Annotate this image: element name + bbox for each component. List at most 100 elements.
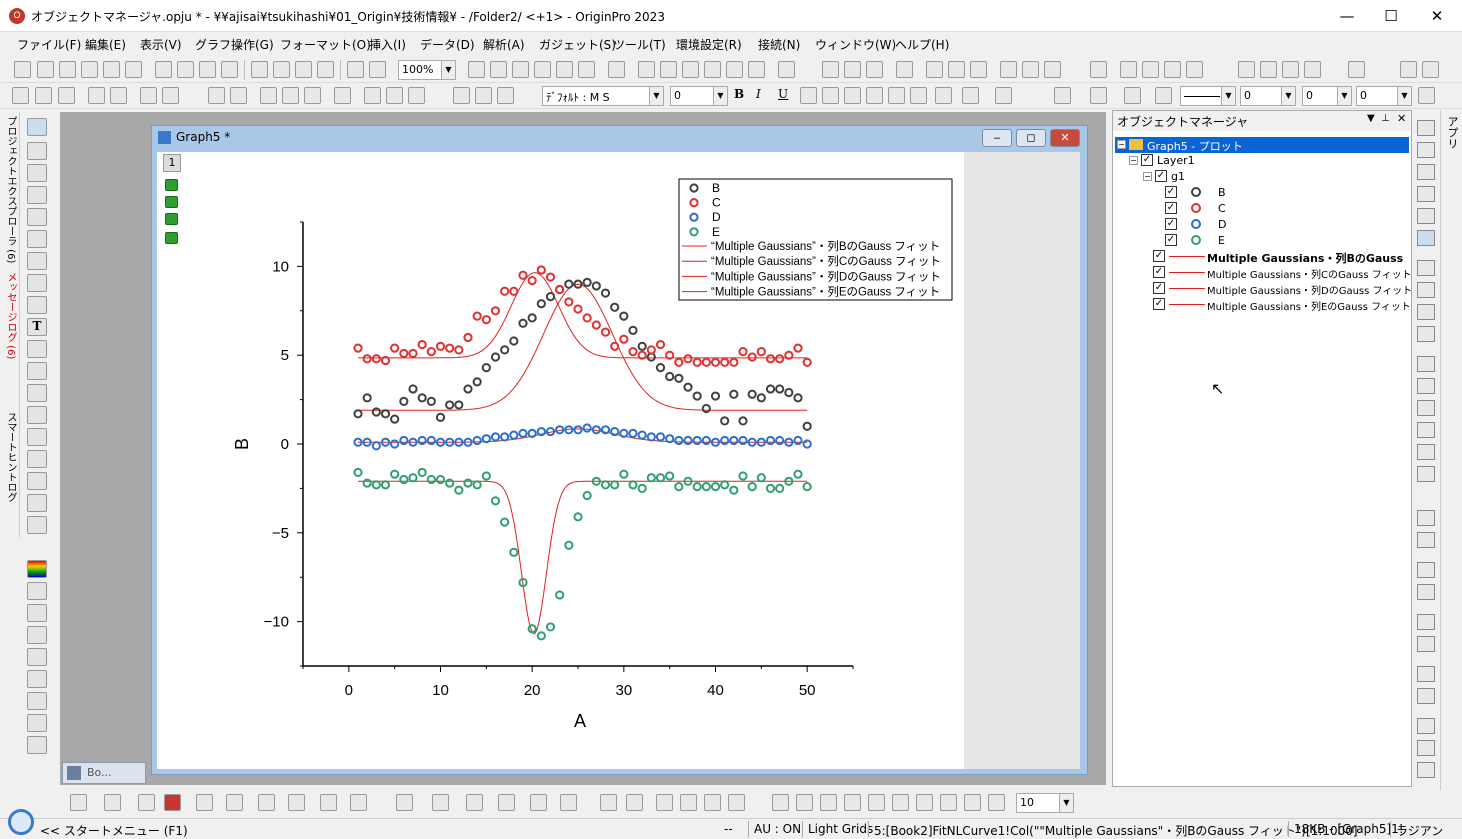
add-inset-icon[interactable] <box>1417 444 1435 460</box>
fit-checkbox[interactable]: ✓ <box>1153 298 1165 310</box>
panel-close-icon[interactable]: ✕ <box>1397 112 1406 125</box>
add-frame-icon[interactable] <box>1417 422 1435 438</box>
fit-checkbox[interactable]: ✓ <box>1153 266 1165 278</box>
collapse-icon[interactable]: − <box>1129 156 1138 165</box>
3d-bar-icon[interactable] <box>432 794 449 811</box>
column-plot-icon[interactable] <box>164 794 181 811</box>
align-center-h-icon[interactable] <box>1417 636 1435 652</box>
status-angle-unit[interactable]: ラジアン <box>1396 822 1443 839</box>
align-top-icon[interactable] <box>1417 562 1435 578</box>
status-au[interactable]: AU : ON <box>754 822 801 836</box>
template-b-icon[interactable] <box>626 794 643 811</box>
same-width-icon[interactable] <box>1417 666 1435 682</box>
series-checkbox[interactable]: ✓ <box>1165 186 1177 198</box>
tree-series-e[interactable]: E <box>1218 234 1225 247</box>
line-symbol-plot-icon[interactable] <box>138 794 155 811</box>
collapse-icon[interactable]: − <box>1143 172 1152 181</box>
template-d-icon[interactable] <box>680 794 697 811</box>
tree-group-label[interactable]: g1 <box>1171 170 1185 183</box>
stat-plot-icon[interactable] <box>196 794 213 811</box>
object-align-h-icon[interactable] <box>940 794 957 811</box>
align-bottom-icon[interactable] <box>1417 584 1435 600</box>
distribute-h-icon[interactable] <box>1417 718 1435 734</box>
rescale-icon[interactable] <box>1417 120 1435 136</box>
group-checkbox[interactable]: ✓ <box>1155 170 1167 182</box>
contour-plot-icon[interactable] <box>320 794 337 811</box>
tree-fit-c[interactable]: Multiple Gaussians・列CのGauss フィット <box>1207 266 1412 281</box>
data-point-B <box>720 416 730 426</box>
polar-plot-icon[interactable] <box>288 794 305 811</box>
template-a-icon[interactable] <box>600 794 617 811</box>
add-right-y-icon[interactable] <box>1417 400 1435 416</box>
data-point-B <box>610 302 620 312</box>
same-height-icon[interactable] <box>1417 688 1435 704</box>
align-center-v-icon[interactable] <box>1417 614 1435 630</box>
tree-fit-b[interactable]: Multiple Gaussians・列BのGauss フィット <box>1207 250 1407 266</box>
distribute-icon[interactable] <box>1417 762 1435 778</box>
template-f-icon[interactable] <box>728 794 745 811</box>
add-inset-data-icon[interactable] <box>1417 466 1435 482</box>
refresh-icon[interactable] <box>1417 208 1435 224</box>
panel-dropdown-icon[interactable]: ▼ <box>1367 113 1375 124</box>
arrange-layers-icon[interactable] <box>1417 326 1435 342</box>
tree-fit-e[interactable]: Multiple Gaussians・列EのGauss フィット <box>1207 298 1411 313</box>
object-align-e-icon[interactable] <box>868 794 885 811</box>
3d-scatter-icon[interactable] <box>466 794 483 811</box>
start-menu-link[interactable]: << スタートメニュー (F1) <box>40 822 188 839</box>
3d-surface-icon[interactable] <box>396 794 413 811</box>
fit-checkbox[interactable]: ✓ <box>1153 250 1165 262</box>
speed-mode-icon[interactable] <box>1417 230 1435 246</box>
collapse-icon[interactable]: − <box>1117 140 1126 149</box>
tree-series-c[interactable]: C <box>1218 202 1226 215</box>
tree-series-d[interactable]: D <box>1218 218 1226 231</box>
template-c-icon[interactable] <box>656 794 673 811</box>
chevron-down-icon[interactable]: ▼ <box>1059 794 1073 812</box>
add-bottom-x-icon[interactable] <box>1417 356 1435 372</box>
status-grids[interactable]: Light Grids <box>808 822 873 836</box>
object-align-i-icon[interactable] <box>964 794 981 811</box>
data-point-E <box>362 478 372 488</box>
area-plot-icon[interactable] <box>258 794 275 811</box>
3d-plot-icon[interactable] <box>350 794 367 811</box>
tree-layer-label[interactable]: Layer1 <box>1157 154 1195 167</box>
series-checkbox[interactable]: ✓ <box>1165 218 1177 230</box>
matrix-plot-icon[interactable] <box>498 794 515 811</box>
object-align-c-icon[interactable] <box>820 794 837 811</box>
rescale-y-icon[interactable] <box>1417 164 1435 180</box>
legend-label: E <box>712 225 720 239</box>
align-left-icon[interactable] <box>1417 510 1435 526</box>
distribute-v-icon[interactable] <box>1417 740 1435 756</box>
object-align-g-icon[interactable] <box>916 794 933 811</box>
legend-fit-label: “Multiple Gaussians”・列CのGauss フィット <box>711 254 941 268</box>
bottom-size-combo[interactable]: 10 ▼ <box>1016 793 1074 813</box>
heatmap-icon[interactable] <box>530 794 547 811</box>
object-align-a-icon[interactable] <box>772 794 789 811</box>
error-bar-icon[interactable] <box>226 794 243 811</box>
line-plot-icon[interactable] <box>70 794 87 811</box>
tab-apps[interactable]: アプリ <box>1444 116 1460 149</box>
fit-checkbox[interactable]: ✓ <box>1153 282 1165 294</box>
tree-fit-d[interactable]: Multiple Gaussians・列DのGauss フィット <box>1207 282 1412 297</box>
layer-checkbox[interactable]: ✓ <box>1141 154 1153 166</box>
align-right-icon[interactable] <box>1417 532 1435 548</box>
pin-icon[interactable]: ⊥ <box>1381 113 1390 124</box>
add-top-x-icon[interactable] <box>1417 378 1435 394</box>
template-e-icon[interactable] <box>704 794 721 811</box>
object-align-b-icon[interactable] <box>796 794 813 811</box>
rescale-x-icon[interactable] <box>1417 142 1435 158</box>
rescale-z-icon[interactable] <box>1417 186 1435 202</box>
layer-mgmt-icon[interactable] <box>1417 260 1435 276</box>
merge-graphs-icon[interactable] <box>1417 282 1435 298</box>
object-align-f-icon[interactable] <box>892 794 909 811</box>
search-icon[interactable] <box>8 809 34 835</box>
scatter-plot-icon[interactable] <box>104 794 121 811</box>
series-checkbox[interactable]: ✓ <box>1165 234 1177 246</box>
tree-root-row[interactable]: − Graph5 - プロット <box>1115 137 1409 153</box>
series-checkbox[interactable]: ✓ <box>1165 202 1177 214</box>
object-align-d-icon[interactable] <box>844 794 861 811</box>
tree-series-b[interactable]: B <box>1218 186 1226 199</box>
status-active-column: 5:[Book2]FitNLCurve1!Col(""Multiple Gaus… <box>874 824 1358 838</box>
image-plot-icon[interactable] <box>560 794 577 811</box>
extract-layers-icon[interactable] <box>1417 304 1435 320</box>
object-align-j-icon[interactable] <box>988 794 1005 811</box>
